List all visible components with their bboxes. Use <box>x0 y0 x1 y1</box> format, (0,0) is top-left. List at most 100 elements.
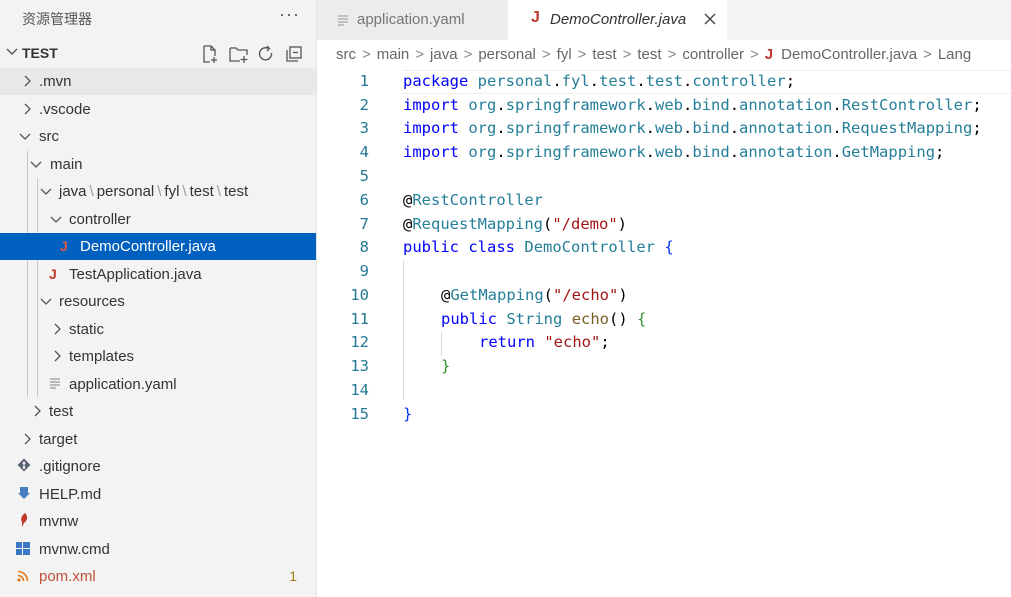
chevron-right-icon <box>50 349 64 368</box>
breadcrumb-item[interactable]: Lang <box>938 46 971 63</box>
windows-icon <box>16 542 30 558</box>
workspace-name: TEST <box>22 45 58 61</box>
new-file-icon[interactable] <box>200 44 220 64</box>
text-file-icon <box>338 13 348 32</box>
tree-item-mvnw[interactable]: mvnw <box>0 508 316 535</box>
close-icon[interactable] <box>703 12 717 31</box>
line-number: 9 <box>359 262 369 280</box>
code-line: @RequestMapping("/demo") <box>403 215 628 233</box>
line-number: 2 <box>359 96 369 114</box>
code-line: public String echo() { <box>441 310 647 328</box>
java-file-icon: J <box>49 266 57 282</box>
breadcrumb-item[interactable]: controller <box>682 46 744 63</box>
line-number: 4 <box>359 143 369 161</box>
new-folder-icon[interactable] <box>228 44 248 64</box>
code-line: @GetMapping("/echo") <box>441 286 628 304</box>
problem-count-badge: 1 <box>289 568 297 584</box>
chevron-right-icon <box>20 432 34 451</box>
chevron-down-icon <box>18 129 32 148</box>
tree-item-src[interactable]: src <box>0 123 316 150</box>
chevron-right-icon: > <box>415 46 425 63</box>
refresh-icon[interactable] <box>256 44 276 64</box>
chevron-down-icon <box>39 294 53 313</box>
code-line: import org.springframework.web.bind.anno… <box>403 96 982 114</box>
breadcrumb-item[interactable]: java <box>430 46 458 63</box>
chevron-right-icon: > <box>923 46 932 63</box>
code-line: import org.springframework.web.bind.anno… <box>403 143 945 161</box>
chevron-right-icon <box>50 322 64 341</box>
breadcrumb-item[interactable]: DemoController.java <box>781 46 917 63</box>
java-file-icon: J <box>531 9 540 26</box>
chevron-right-icon <box>20 74 34 93</box>
workspace-section-header[interactable]: TEST <box>0 40 316 67</box>
collapse-all-icon[interactable] <box>284 44 304 64</box>
markdown-icon <box>17 486 31 503</box>
line-number: 10 <box>350 286 369 304</box>
code-editor[interactable]: 1 package personal.fyl.test.test.control… <box>317 70 1011 597</box>
tree-item-target[interactable]: target <box>0 426 316 453</box>
code-line: @RestController <box>403 191 543 209</box>
line-number: 14 <box>350 381 369 399</box>
text-file-icon <box>49 375 61 394</box>
tree-item-application-yaml[interactable]: application.yaml <box>0 371 316 398</box>
tree-item-gitignore[interactable]: .gitignore <box>0 453 316 480</box>
chevron-right-icon: > <box>463 46 473 63</box>
breadcrumb-item[interactable]: main <box>377 46 410 63</box>
java-file-icon: J <box>764 46 774 63</box>
tree-item-static[interactable]: static <box>0 316 316 343</box>
tree-item-controller[interactable]: controller <box>0 206 316 233</box>
line-number: 1 <box>359 72 369 90</box>
java-file-icon: J <box>60 238 68 254</box>
maven-icon <box>19 513 29 530</box>
line-number: 12 <box>350 333 369 351</box>
chevron-right-icon: > <box>622 46 632 63</box>
breadcrumb-item[interactable]: test <box>637 46 661 63</box>
chevron-down-icon <box>4 43 20 64</box>
code-line: package personal.fyl.test.test.controlle… <box>403 72 796 90</box>
tab-democontroller-java[interactable]: J DemoController.java <box>508 0 727 40</box>
line-number: 5 <box>359 167 369 185</box>
more-actions-icon[interactable]: ··· <box>279 4 300 25</box>
line-number: 6 <box>359 191 369 209</box>
git-icon <box>17 458 31 475</box>
line-number: 15 <box>350 405 369 423</box>
line-number: 11 <box>350 310 369 328</box>
breadcrumb-item[interactable]: test <box>592 46 616 63</box>
breadcrumb-item[interactable]: fyl <box>557 46 572 63</box>
chevron-right-icon <box>30 404 44 423</box>
tree-item-help-md[interactable]: HELP.md <box>0 481 316 508</box>
tree-item-main[interactable]: main <box>0 151 316 178</box>
chevron-right-icon: > <box>577 46 587 63</box>
line-number: 8 <box>359 238 369 256</box>
chevron-right-icon: > <box>750 46 759 63</box>
chevron-down-icon <box>49 212 63 231</box>
chevron-right-icon: > <box>541 46 551 63</box>
tree-item-test[interactable]: test <box>0 398 316 425</box>
tree-item-testapplication[interactable]: J TestApplication.java <box>0 261 316 288</box>
line-number: 7 <box>359 215 369 233</box>
line-number: 13 <box>350 357 369 375</box>
code-line: import org.springframework.web.bind.anno… <box>403 119 982 137</box>
code-line: return "echo"; <box>479 333 610 351</box>
tree-item-democontroller[interactable]: J DemoController.java <box>0 233 316 260</box>
chevron-down-icon <box>39 184 53 203</box>
code-line: public class DemoController { <box>403 238 674 256</box>
tree-item-resources[interactable]: resources <box>0 288 316 315</box>
tab-application-yaml[interactable]: application.yaml <box>317 0 508 40</box>
chevron-down-icon <box>29 157 43 176</box>
tree-item-java-package[interactable]: java \ personal \ fyl \ test \ test <box>0 178 316 205</box>
tree-item-templates[interactable]: templates <box>0 343 316 370</box>
tree-item-pom-xml[interactable]: pom.xml 1 <box>0 563 316 590</box>
tree-item-mvn[interactable]: .mvn <box>0 68 316 95</box>
breadcrumb-item[interactable]: personal <box>478 46 536 63</box>
code-line: } <box>441 357 451 375</box>
explorer-title: 资源管理器 <box>22 11 92 27</box>
code-line: } <box>403 405 413 423</box>
tree-item-vscode[interactable]: .vscode <box>0 96 316 123</box>
line-number: 3 <box>359 119 369 137</box>
chevron-right-icon: > <box>667 46 677 63</box>
tree-item-mvnw-cmd[interactable]: mvnw.cmd <box>0 536 316 563</box>
explorer-sidebar: 资源管理器 ··· TEST .mvn .vscode src main jav… <box>0 0 317 597</box>
breadcrumb-item[interactable]: src <box>336 46 356 63</box>
chevron-right-icon <box>20 102 34 121</box>
